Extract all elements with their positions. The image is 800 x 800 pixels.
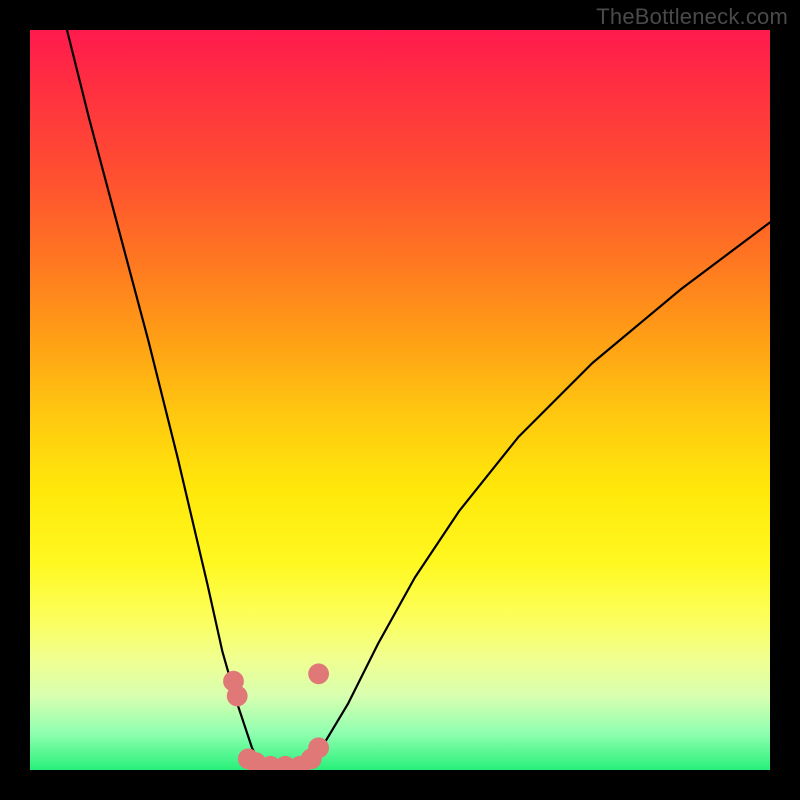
marker-dot [227, 686, 248, 707]
marker-dot [308, 663, 329, 684]
watermark-text: TheBottleneck.com [596, 4, 788, 30]
marker-dot [308, 737, 329, 758]
plot-area [30, 30, 770, 770]
curve-left-curve [67, 30, 274, 770]
chart-frame: TheBottleneck.com [0, 0, 800, 800]
curve-layer [30, 30, 770, 770]
curve-right-curve [304, 222, 770, 770]
